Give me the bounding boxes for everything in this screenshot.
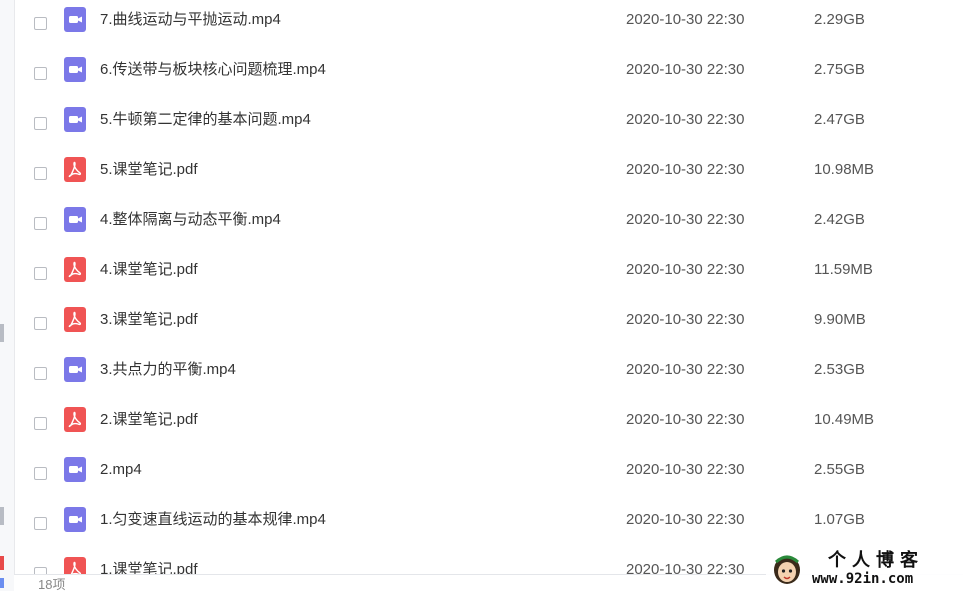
row-checkbox[interactable] (34, 17, 47, 30)
file-size: 11.59MB (814, 261, 873, 278)
file-name[interactable]: 2.mp4 (100, 460, 142, 480)
video-file-icon (64, 107, 86, 132)
row-checkbox[interactable] (34, 217, 47, 230)
file-size: 1.07GB (814, 511, 865, 528)
file-row[interactable]: 5.课堂笔记.pdf 2020-10-30 22:30 10.98MB (14, 150, 963, 200)
item-count: 18项 (38, 577, 66, 591)
pdf-file-icon (64, 157, 86, 182)
file-name[interactable]: 1.课堂笔记.pdf (100, 560, 198, 574)
file-row[interactable]: 1.匀变速直线运动的基本规律.mp4 2020-10-30 22:30 1.07GB (14, 500, 963, 550)
file-name[interactable]: 2.课堂笔记.pdf (100, 410, 198, 430)
file-modified-date: 2020-10-30 22:30 (626, 11, 745, 28)
row-checkbox[interactable] (34, 567, 47, 574)
pdf-file-icon (64, 557, 86, 574)
file-modified-date: 2020-10-30 22:30 (626, 261, 745, 278)
file-modified-date: 2020-10-30 22:30 (626, 361, 745, 378)
watermark: 个人博客 www.92in.com (766, 548, 963, 591)
video-file-icon (64, 207, 86, 232)
file-row[interactable]: 5.牛顿第二定律的基本问题.mp4 2020-10-30 22:30 2.47GB (14, 100, 963, 150)
video-file-icon (64, 7, 86, 32)
sidebar-indicator (0, 324, 4, 342)
file-size: 9.90MB (814, 311, 866, 328)
file-modified-date: 2020-10-30 22:30 (626, 511, 745, 528)
file-modified-date: 2020-10-30 22:30 (626, 461, 745, 478)
file-size: 10.98MB (814, 161, 875, 178)
file-name[interactable]: 5.课堂笔记.pdf (100, 160, 198, 180)
sidebar-indicator (0, 507, 4, 525)
file-list: 7.曲线运动与平抛运动.mp4 2020-10-30 22:30 2.29GB 6.传… (14, 0, 963, 574)
file-row[interactable]: 6.传送带与板块核心问题梳理.mp4 2020-10-30 22:30 2.75GB (14, 50, 963, 100)
file-row[interactable]: 2.课堂笔记.pdf 2020-10-30 22:30 10.49MB (14, 400, 963, 450)
row-checkbox[interactable] (34, 517, 47, 530)
file-size: 2.75GB (814, 61, 865, 78)
file-name[interactable]: 7.曲线运动与平抛运动.mp4 (100, 10, 281, 30)
file-modified-date: 2020-10-30 22:30 (626, 311, 745, 328)
watermark-title: 个人博客 (828, 550, 924, 571)
row-checkbox[interactable] (34, 467, 47, 480)
left-sidebar-edge (0, 0, 15, 591)
file-size: 2.42GB (814, 211, 865, 228)
file-row[interactable]: 4.整体隔离与动态平衡.mp4 2020-10-30 22:30 2.42GB (14, 200, 963, 250)
file-modified-date: 2020-10-30 22:30 (626, 561, 745, 574)
file-modified-date: 2020-10-30 22:30 (626, 61, 745, 78)
file-row[interactable]: 3.课堂笔记.pdf 2020-10-30 22:30 9.90MB (14, 300, 963, 350)
sidebar-indicator (0, 556, 4, 570)
file-modified-date: 2020-10-30 22:30 (626, 411, 745, 428)
row-checkbox[interactable] (34, 67, 47, 80)
row-checkbox[interactable] (34, 167, 47, 180)
video-file-icon (64, 57, 86, 82)
row-checkbox[interactable] (34, 367, 47, 380)
file-row[interactable]: 7.曲线运动与平抛运动.mp4 2020-10-30 22:30 2.29GB (14, 0, 963, 50)
file-browser-page: 7.曲线运动与平抛运动.mp4 2020-10-30 22:30 2.29GB 6.传… (0, 0, 963, 591)
file-name[interactable]: 5.牛顿第二定律的基本问题.mp4 (100, 110, 311, 130)
file-name[interactable]: 3.共点力的平衡.mp4 (100, 360, 236, 380)
file-modified-date: 2020-10-30 22:30 (626, 211, 745, 228)
file-name[interactable]: 1.匀变速直线运动的基本规律.mp4 (100, 510, 326, 530)
watermark-url: www.92in.com (812, 571, 914, 587)
row-checkbox[interactable] (34, 117, 47, 130)
file-name[interactable]: 6.传送带与板块核心问题梳理.mp4 (100, 60, 326, 80)
file-size: 2.29GB (814, 11, 865, 28)
video-file-icon (64, 357, 86, 382)
pdf-file-icon (64, 257, 86, 282)
pdf-file-icon (64, 307, 86, 332)
file-size: 10.49MB (814, 411, 875, 428)
video-file-icon (64, 457, 86, 482)
file-size: 2.47GB (814, 111, 865, 128)
sidebar-indicator (0, 578, 4, 588)
row-checkbox[interactable] (34, 267, 47, 280)
cartoon-avatar-logo (774, 555, 800, 584)
row-checkbox[interactable] (34, 417, 47, 430)
file-size: 2.55GB (814, 461, 865, 478)
file-name[interactable]: 4.课堂笔记.pdf (100, 260, 198, 280)
file-size: 2.53GB (814, 361, 865, 378)
file-name[interactable]: 4.整体隔离与动态平衡.mp4 (100, 210, 281, 230)
file-modified-date: 2020-10-30 22:30 (626, 111, 745, 128)
pdf-file-icon (64, 407, 86, 432)
file-row[interactable]: 4.课堂笔记.pdf 2020-10-30 22:30 11.59MB (14, 250, 963, 300)
file-row[interactable]: 2.mp4 2020-10-30 22:30 2.55GB (14, 450, 963, 500)
file-name[interactable]: 3.课堂笔记.pdf (100, 310, 198, 330)
row-checkbox[interactable] (34, 317, 47, 330)
file-row[interactable]: 3.共点力的平衡.mp4 2020-10-30 22:30 2.53GB (14, 350, 963, 400)
video-file-icon (64, 507, 86, 532)
file-modified-date: 2020-10-30 22:30 (626, 161, 745, 178)
